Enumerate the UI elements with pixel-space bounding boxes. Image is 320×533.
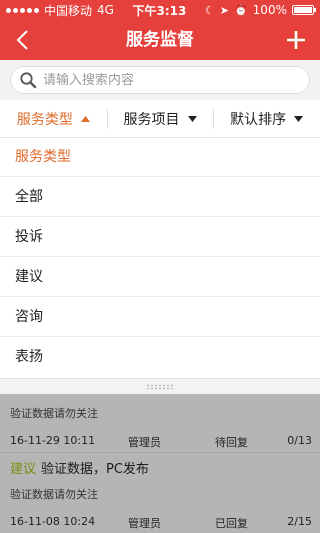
item-date: 16-11-08 10:24 bbox=[10, 515, 96, 528]
item-title: 建议 验证数据，PC发布 bbox=[10, 458, 149, 477]
battery-fill bbox=[293, 7, 312, 13]
option-all[interactable]: 全部 bbox=[0, 176, 320, 216]
search-input[interactable] bbox=[43, 72, 283, 88]
item-date: 16-11-29 10:11 bbox=[10, 434, 96, 447]
list-item[interactable]: 验证数据请勿关注 16-11-29 10:11 管理员 待回复 0/13 bbox=[0, 394, 320, 449]
alarm-icon: ⏰ bbox=[233, 3, 248, 17]
tab-label: 默认排序 bbox=[230, 111, 287, 128]
carrier-label: 中国移动 bbox=[44, 3, 93, 18]
option-complaint[interactable]: 投诉 bbox=[0, 216, 320, 256]
search-box[interactable] bbox=[10, 66, 310, 94]
tab-label: 服务项目 bbox=[123, 111, 180, 128]
search-area bbox=[0, 60, 320, 100]
dropdown-header: 服务类型 bbox=[15, 149, 71, 165]
filter-bar: 服务类型 服务项目 默认排序 bbox=[0, 100, 320, 138]
status-bar: 中国移动 4G 下午3:13 ☾ ➤ ⏰ 100% bbox=[0, 0, 320, 20]
caret-down-icon bbox=[187, 115, 197, 122]
item-status: 待回复 bbox=[215, 436, 248, 449]
location-icon: ➤ bbox=[219, 3, 229, 17]
nav-bar: 服务监督 bbox=[0, 20, 320, 60]
moon-icon: ☾ bbox=[204, 3, 215, 17]
item-title-text: 验证数据，PC发布 bbox=[41, 462, 149, 477]
item-description: 验证数据请勿关注 bbox=[10, 488, 98, 501]
option-suggestion[interactable]: 建议 bbox=[0, 256, 320, 296]
tab-sort[interactable]: 默认排序 bbox=[213, 100, 320, 137]
add-button[interactable] bbox=[284, 28, 308, 52]
item-author: 管理员 bbox=[128, 436, 161, 449]
item-count: 0/13 bbox=[287, 434, 312, 447]
status-left: 中国移动 4G bbox=[6, 2, 114, 19]
plus-icon bbox=[287, 31, 305, 49]
item-tag: 建议 bbox=[10, 462, 37, 477]
status-right: ☾ ➤ ⏰ 100% bbox=[204, 3, 316, 17]
item-status: 已回复 bbox=[215, 517, 248, 530]
network-label: 4G bbox=[97, 3, 114, 17]
battery-icon bbox=[291, 5, 316, 15]
search-icon bbox=[20, 72, 37, 89]
service-type-dropdown: 服务类型 全部 投诉 建议 咨询 表扬 bbox=[0, 138, 320, 376]
item-count: 2/15 bbox=[287, 515, 312, 528]
drag-handle[interactable] bbox=[0, 378, 320, 394]
signal-strength-icon bbox=[6, 7, 39, 13]
clock-label: 下午3:13 bbox=[132, 3, 187, 18]
tab-service-item[interactable]: 服务项目 bbox=[106, 100, 214, 137]
supervision-list: 验证数据请勿关注 16-11-29 10:11 管理员 待回复 0/13 建议验… bbox=[0, 394, 320, 533]
battery-percent: 100% bbox=[252, 3, 287, 17]
caret-up-icon bbox=[80, 115, 90, 122]
caret-down-icon bbox=[294, 115, 304, 122]
grip-icon bbox=[146, 383, 174, 390]
option-consult[interactable]: 咨询 bbox=[0, 296, 320, 336]
list-item[interactable]: 建议 验证数据，PC发布 验证数据请勿关注 16-11-08 10:24 管理员 … bbox=[0, 453, 320, 533]
tab-service-type[interactable]: 服务类型 bbox=[0, 100, 107, 137]
tab-label: 服务类型 bbox=[16, 111, 73, 128]
page-title: 服务监督 bbox=[126, 30, 194, 50]
option-praise[interactable]: 表扬 bbox=[0, 336, 320, 376]
item-author: 管理员 bbox=[128, 517, 161, 530]
item-description: 验证数据请勿关注 bbox=[10, 407, 98, 420]
